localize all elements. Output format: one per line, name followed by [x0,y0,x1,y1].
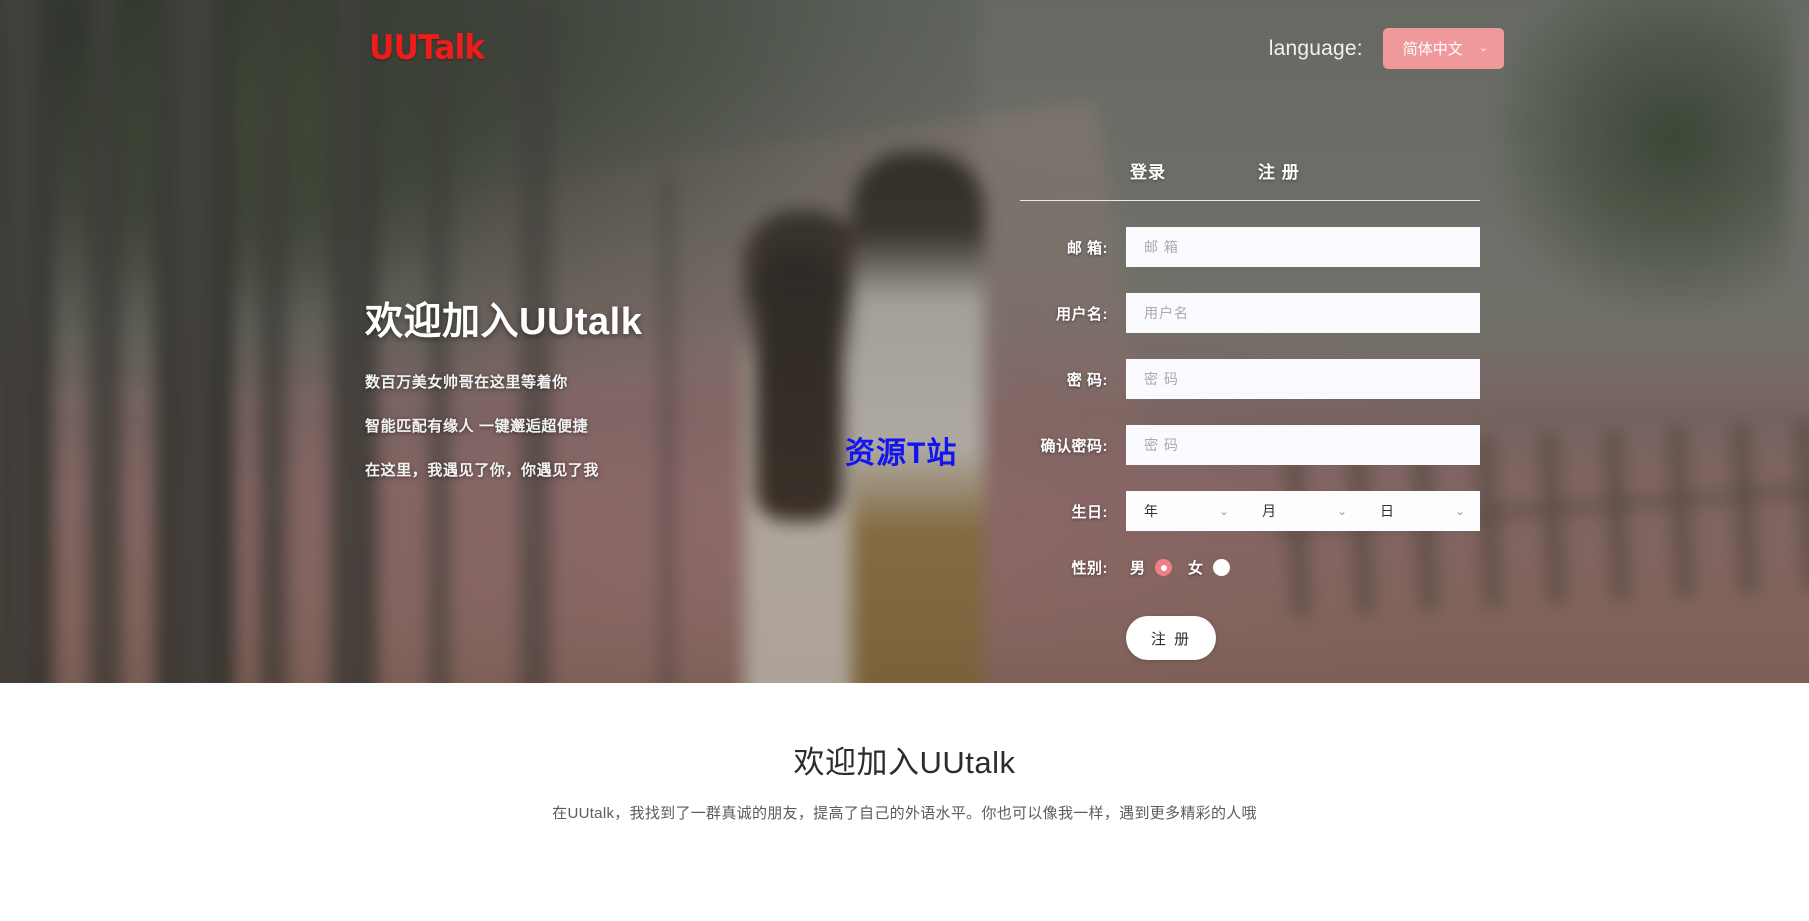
gender-option-male[interactable]: 男 [1130,557,1173,578]
confirm-password-label: 确认密码: [1040,437,1108,455]
bottom-section: 欢迎加入UUtalk 在UUtalk，我找到了一群真诚的朋友，提高了自己的外语水… [0,683,1809,921]
confirm-password-input[interactable] [1126,425,1480,465]
form-row-password: 密 码: [1020,359,1480,399]
chevron-down-icon: ⌄ [1336,504,1348,518]
password-input[interactable] [1126,359,1480,399]
username-input[interactable] [1126,293,1480,333]
tab-register[interactable]: 注 册 [1258,158,1300,183]
image-watermark: 资源T站 [845,437,958,470]
chevron-down-icon: ⌄ [1454,504,1466,518]
hero-tagline: 智能匹配有缘人 一键邂逅超便捷 [365,418,589,435]
form-row-gender: 性别: 男 女 [1020,557,1480,578]
birthday-month-select[interactable]: 月 ⌄ [1244,491,1362,531]
chevron-down-icon: ⌄ [1218,504,1230,518]
gender-label: 性别: [1071,560,1108,577]
form-row-confirm-password: 确认密码: [1020,425,1480,465]
language-dropdown-button[interactable]: 简体中文 ⌄ [1382,28,1504,69]
radio-female-icon[interactable] [1213,559,1231,576]
gender-female-label: 女 [1188,560,1204,577]
language-selector: language: 简体中文 ⌄ [1269,28,1504,69]
language-label: language: [1268,36,1363,60]
birthday-day-value: 日 [1380,503,1395,519]
form-row-birthday: 生日: 年 ⌄ 月 ⌄ 日 ⌄ [1020,491,1480,531]
gender-option-female[interactable]: 女 [1188,557,1231,578]
hero-section: UUTalk language: 简体中文 ⌄ 欢迎加入UUtalk 数百万美女… [0,0,1809,683]
language-dropdown-value: 简体中文 [1402,41,1463,58]
form-row-email: 邮 箱: [1020,227,1480,267]
site-header: UUTalk language: 简体中文 ⌄ [0,0,1809,100]
page-root: UUTalk language: 简体中文 ⌄ 欢迎加入UUtalk 数百万美女… [0,0,1809,921]
username-label: 用户名: [1056,305,1108,323]
birthday-day-select[interactable]: 日 ⌄ [1362,491,1480,531]
hero-tagline: 数百万美女帅哥在这里等着你 [365,374,568,391]
password-label: 密 码: [1066,371,1108,389]
tab-login[interactable]: 登录 [1130,158,1166,183]
bottom-description: 在UUtalk，我找到了一群真诚的朋友，提高了自己的外语水平。你也可以像我一样，… [552,805,1257,822]
hero-tagline: 在这里，我遇见了你，你遇见了我 [365,462,600,479]
auth-form: 登录 注 册 邮 箱: 用户名: 密 码: 确认密码: 生日: [1020,158,1480,660]
gender-options: 男 女 [1126,557,1480,578]
hero-overlay [0,0,1809,683]
birthday-month-value: 月 [1262,503,1277,519]
hero-taglines: 数百万美女帅哥在这里等着你 智能匹配有缘人 一键邂逅超便捷 在这里，我遇见了你，… [365,371,642,480]
birthday-year-value: 年 [1144,503,1159,519]
email-label: 邮 箱: [1066,239,1108,257]
register-submit-button[interactable]: 注 册 [1126,616,1216,660]
auth-tabs: 登录 注 册 [1020,158,1480,201]
email-input[interactable] [1126,227,1480,267]
bottom-title: 欢迎加入UUtalk [793,745,1016,780]
birthday-year-select[interactable]: 年 ⌄ [1126,491,1244,531]
chevron-down-icon: ⌄ [1478,42,1488,54]
brand-logo[interactable]: UUTalk [369,28,485,68]
gender-male-label: 男 [1130,560,1146,577]
form-row-submit: 注 册 [1020,616,1480,660]
birthday-label: 生日: [1071,503,1108,521]
birthday-selects: 年 ⌄ 月 ⌄ 日 ⌄ [1126,491,1480,531]
hero-title: 欢迎加入UUtalk [365,301,643,343]
form-row-username: 用户名: [1020,293,1480,333]
hero-copy: 欢迎加入UUtalk 数百万美女帅哥在这里等着你 智能匹配有缘人 一键邂逅超便捷… [365,290,642,503]
radio-male-icon[interactable] [1155,559,1173,576]
